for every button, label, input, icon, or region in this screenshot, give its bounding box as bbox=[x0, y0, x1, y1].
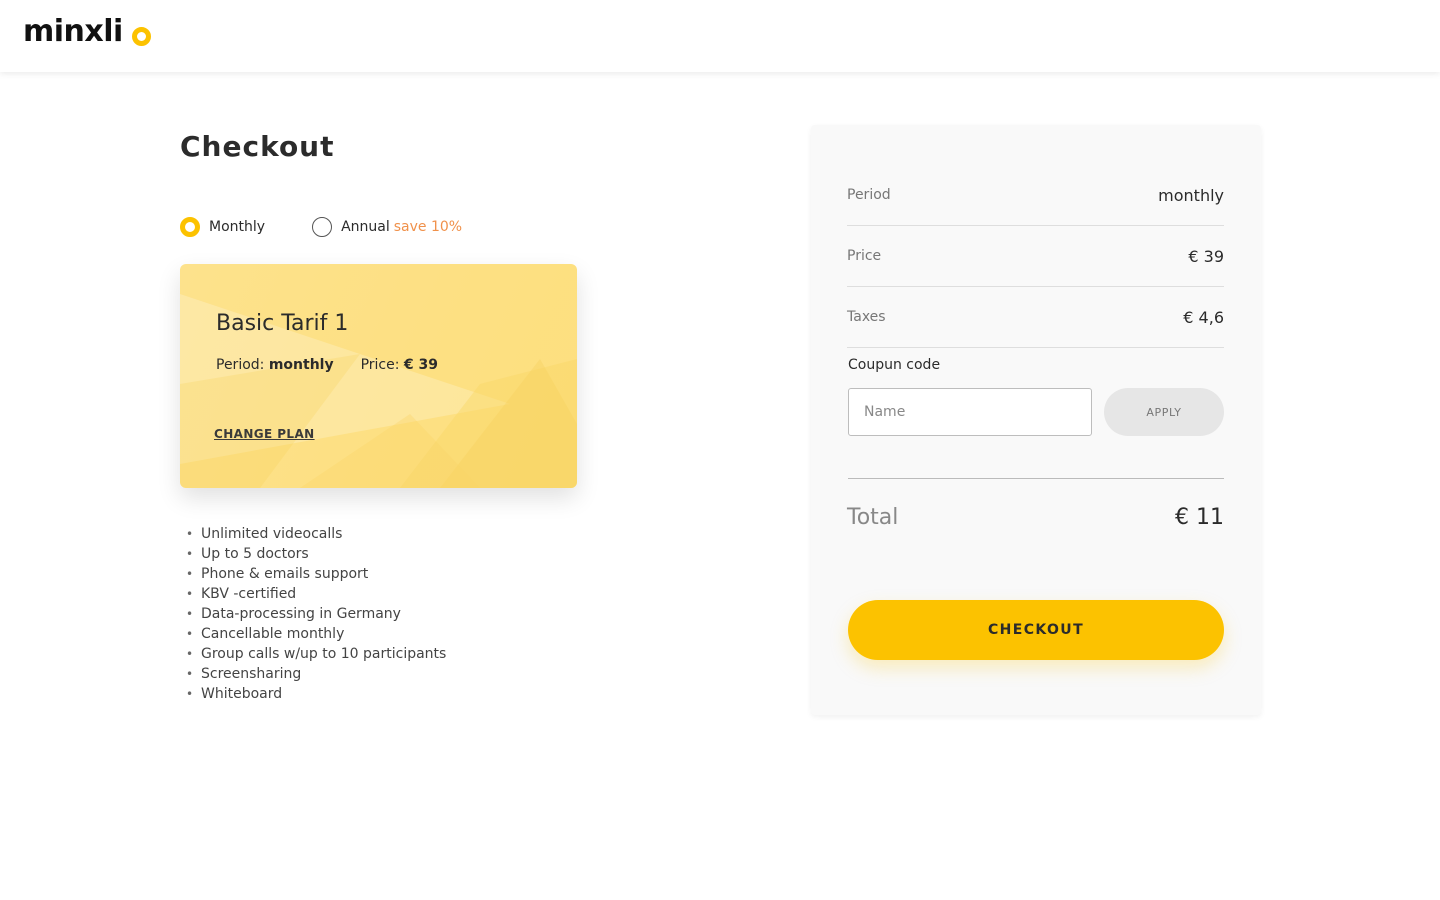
list-item: • Up to 5 doctors bbox=[186, 544, 446, 564]
feature-text: Cancellable monthly bbox=[201, 626, 345, 642]
feature-text: Data-processing in Germany bbox=[201, 606, 401, 622]
total-row: Total € 11 bbox=[847, 505, 1224, 530]
bullet-icon: • bbox=[186, 527, 194, 541]
radio-annual-label: Annual bbox=[341, 219, 390, 235]
summary-label: Price bbox=[847, 248, 882, 264]
coupon-code-label: Coupun code bbox=[848, 357, 941, 373]
total-value: € 11 bbox=[1175, 505, 1224, 530]
plan-period-label: Period: bbox=[216, 357, 265, 373]
feature-text: Phone & emails support bbox=[201, 566, 369, 582]
top-bar: minxli bbox=[0, 0, 1440, 72]
plan-period: Period: monthly bbox=[216, 357, 334, 373]
list-item: • Whiteboard bbox=[186, 684, 446, 704]
bullet-icon: • bbox=[186, 567, 194, 581]
page-title: Checkout bbox=[180, 130, 335, 163]
radio-unchecked-icon[interactable] bbox=[312, 217, 333, 237]
bullet-icon: • bbox=[186, 647, 194, 661]
summary-value: monthly bbox=[1158, 185, 1224, 205]
plan-price-value: € 39 bbox=[403, 357, 439, 373]
feature-text: Whiteboard bbox=[201, 686, 283, 702]
summary-row-period: Period monthly bbox=[847, 165, 1224, 226]
plan-card: Basic Tarif 1 Period: monthly Price: € 3… bbox=[180, 264, 577, 488]
list-item: • Unlimited videocalls bbox=[186, 524, 446, 544]
total-label: Total bbox=[847, 505, 899, 530]
checkout-button[interactable]: CHECKOUT bbox=[848, 600, 1224, 660]
apply-coupon-button[interactable]: APPLY bbox=[1104, 388, 1224, 436]
bullet-icon: • bbox=[186, 667, 194, 681]
feature-text: Unlimited videocalls bbox=[201, 526, 343, 542]
summary-row-price: Price € 39 bbox=[847, 226, 1224, 287]
feature-text: KBV -certified bbox=[201, 586, 297, 602]
plan-name: Basic Tarif 1 bbox=[216, 311, 349, 336]
plan-period-value: monthly bbox=[268, 357, 334, 373]
list-item: • Cancellable monthly bbox=[186, 624, 446, 644]
plan-meta: Period: monthly Price: € 39 bbox=[216, 357, 438, 373]
list-item: • Screensharing bbox=[186, 664, 446, 684]
bullet-icon: • bbox=[186, 547, 194, 561]
annual-save-note: save 10% bbox=[393, 219, 463, 235]
radio-annual[interactable]: Annual save 10% bbox=[312, 217, 462, 237]
radio-checked-icon[interactable] bbox=[180, 217, 200, 237]
change-plan-link[interactable]: CHANGE PLAN bbox=[214, 427, 315, 441]
logo[interactable]: minxli bbox=[23, 14, 151, 49]
logo-ring-icon bbox=[131, 27, 151, 46]
feature-text: Up to 5 doctors bbox=[201, 546, 309, 562]
list-item: • Data-processing in Germany bbox=[186, 604, 446, 624]
summary-label: Period bbox=[847, 187, 891, 203]
bullet-icon: • bbox=[186, 587, 194, 601]
plan-price-label: Price: bbox=[360, 357, 400, 373]
summary-value: € 39 bbox=[1188, 246, 1224, 266]
bullet-icon: • bbox=[186, 607, 194, 621]
billing-period-radio-group: Monthly Annual save 10% bbox=[180, 217, 462, 237]
list-item: • KBV -certified bbox=[186, 584, 446, 604]
logo-text: minxli bbox=[23, 14, 123, 49]
bullet-icon: • bbox=[186, 687, 194, 701]
list-item: • Group calls w/up to 10 participants bbox=[186, 644, 446, 664]
divider bbox=[848, 478, 1224, 479]
feature-list: • Unlimited videocalls • Up to 5 doctors •… bbox=[186, 524, 446, 704]
coupon-code-input[interactable] bbox=[848, 388, 1092, 436]
radio-monthly[interactable]: Monthly bbox=[180, 217, 265, 237]
feature-text: Screensharing bbox=[201, 666, 302, 682]
summary-row-taxes: Taxes € 4,6 bbox=[847, 287, 1224, 348]
bullet-icon: • bbox=[186, 627, 194, 641]
summary-label: Taxes bbox=[847, 309, 886, 325]
plan-card-background-pattern bbox=[180, 294, 577, 488]
list-item: • Phone & emails support bbox=[186, 564, 446, 584]
plan-price: Price: € 39 bbox=[361, 357, 438, 373]
feature-text: Group calls w/up to 10 participants bbox=[201, 646, 447, 662]
order-summary-panel: Period monthly Price € 39 Taxes € 4,6 Co… bbox=[811, 125, 1261, 715]
radio-monthly-label: Monthly bbox=[209, 219, 266, 235]
summary-value: € 4,6 bbox=[1183, 307, 1224, 327]
